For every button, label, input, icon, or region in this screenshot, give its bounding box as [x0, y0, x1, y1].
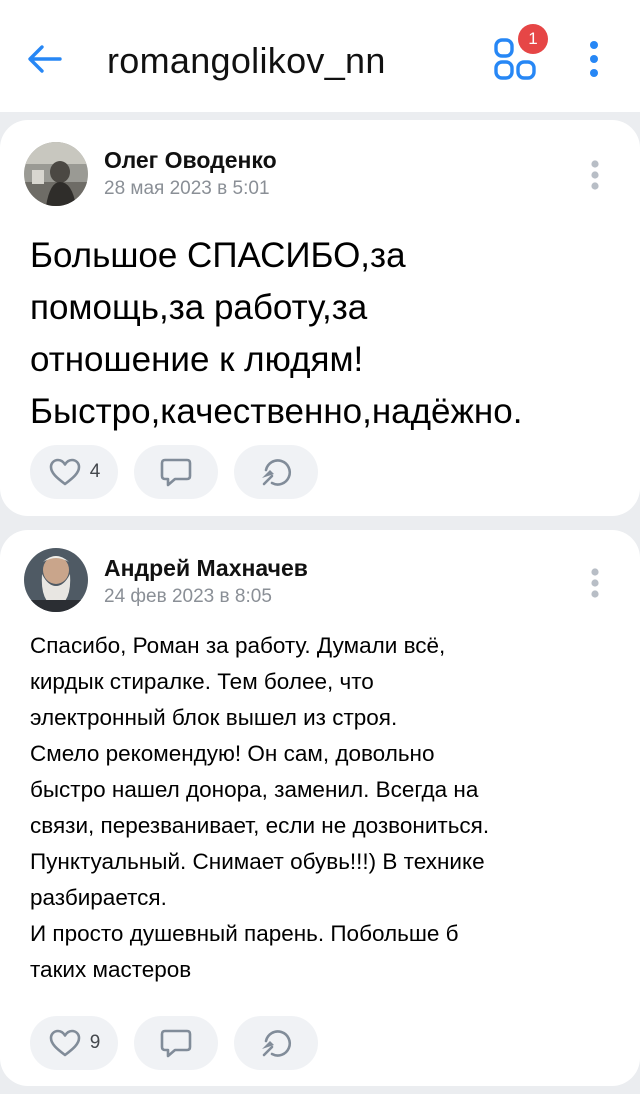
vertical-dots-icon[interactable]	[584, 158, 606, 192]
post-author[interactable]: Андрей Махначев	[104, 555, 308, 582]
avatar[interactable]	[24, 142, 88, 206]
arrow-left-icon[interactable]	[22, 36, 68, 82]
share-icon	[262, 459, 292, 486]
share-icon	[262, 1030, 292, 1057]
comment-button[interactable]	[134, 445, 218, 499]
comment-icon	[160, 1029, 192, 1058]
post-author[interactable]: Олег Оводенко	[104, 147, 277, 174]
avatar[interactable]	[24, 548, 88, 612]
like-count: 9	[89, 1032, 101, 1053]
like-count: 4	[89, 461, 101, 482]
heart-icon	[49, 458, 81, 486]
like-button[interactable]: 9	[30, 1016, 118, 1070]
notification-badge: 1	[518, 24, 548, 54]
post-text: Большое СПАСИБО,за помощь,за работу,за о…	[30, 236, 523, 431]
post-date: 28 мая 2023 в 5:01	[104, 178, 270, 199]
share-button[interactable]	[234, 445, 318, 499]
post-date: 24 фев 2023 в 8:05	[104, 586, 272, 607]
post-card: Олег Оводенко 28 мая 2023 в 5:01 Большое…	[0, 120, 640, 516]
like-button[interactable]: 4	[30, 445, 118, 499]
vertical-dots-icon[interactable]	[584, 566, 606, 600]
comment-button[interactable]	[134, 1016, 218, 1070]
app-header: romangolikov_nn 1	[0, 0, 640, 112]
comment-icon	[160, 458, 192, 487]
share-button[interactable]	[234, 1016, 318, 1070]
heart-icon	[49, 1029, 81, 1057]
vertical-dots-icon[interactable]	[582, 38, 606, 80]
post-card: Андрей Махначев 24 фев 2023 в 8:05 Спаси…	[0, 530, 640, 1086]
page-title: romangolikov_nn	[107, 40, 386, 81]
post-text: Спасибо, Роман за работу. Думали всё, ки…	[30, 633, 490, 982]
